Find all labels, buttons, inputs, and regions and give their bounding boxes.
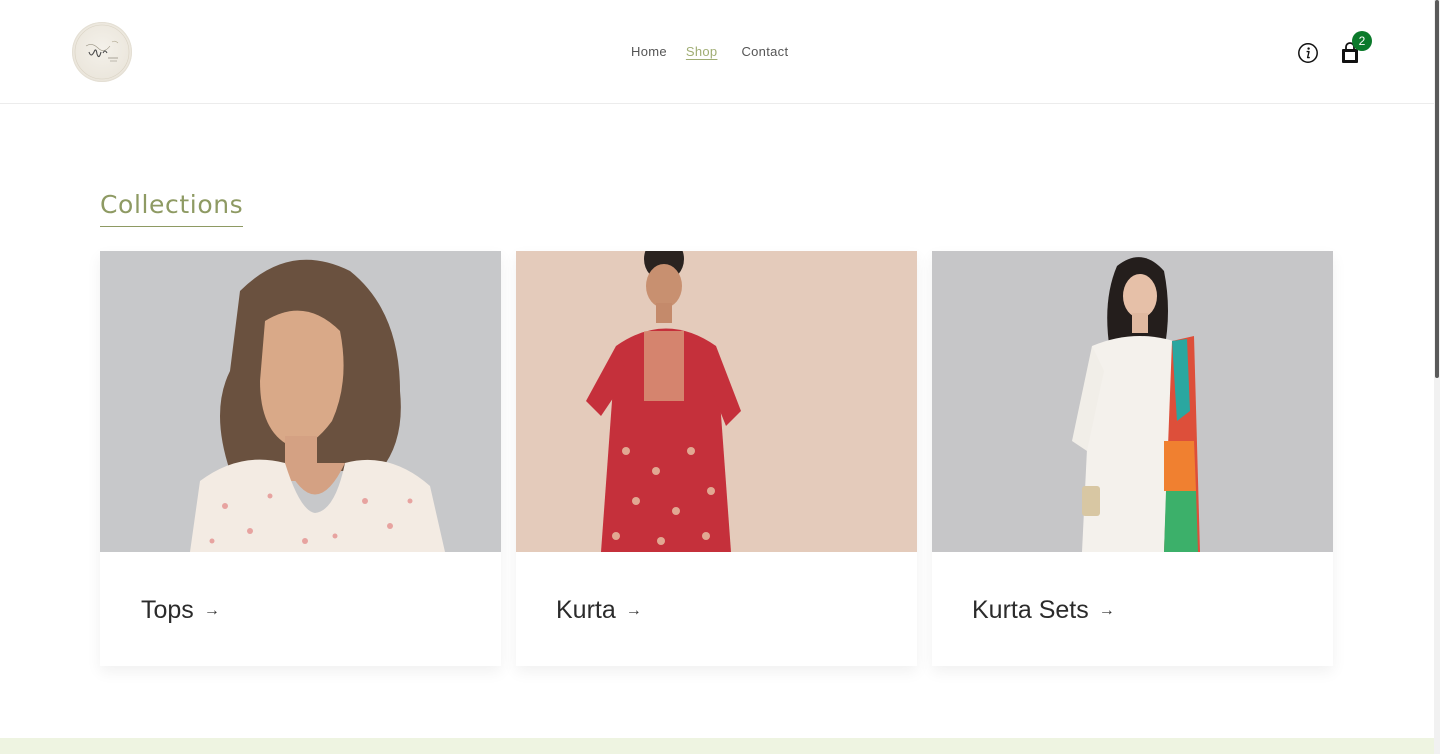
arrow-right-icon: → bbox=[1098, 601, 1115, 619]
collection-title: Tops bbox=[141, 596, 194, 624]
collection-label-kurta[interactable]: Kurta → bbox=[556, 596, 642, 625]
site-header: Home Shop Contact 2 bbox=[0, 0, 1434, 104]
info-icon bbox=[1298, 43, 1318, 63]
info-button[interactable] bbox=[1297, 42, 1319, 64]
nav-link-home[interactable]: Home bbox=[631, 44, 667, 60]
arrow-right-icon: → bbox=[203, 601, 220, 619]
collection-title: Kurta Sets bbox=[972, 596, 1089, 624]
collections-grid: Tops → Kurta → Kurta Sets → bbox=[100, 251, 1333, 666]
brand-logo[interactable] bbox=[72, 22, 132, 82]
nav-link-shop[interactable]: Shop bbox=[686, 44, 718, 60]
main-nav: Home Shop Contact bbox=[631, 44, 788, 60]
arrow-right-icon: → bbox=[625, 601, 642, 619]
collections-heading: Collections bbox=[100, 190, 244, 227]
collection-card-kurta[interactable]: Kurta → bbox=[516, 251, 917, 666]
collection-title: Kurta bbox=[556, 596, 616, 624]
logo-mark-icon bbox=[74, 24, 130, 80]
scrollbar-thumb[interactable] bbox=[1435, 0, 1439, 378]
collection-label-tops[interactable]: Tops → bbox=[141, 596, 220, 625]
collection-image-kurta-sets bbox=[932, 251, 1333, 552]
cart-count-badge: 2 bbox=[1352, 31, 1372, 51]
collection-image-kurta bbox=[516, 251, 917, 552]
collection-card-tops[interactable]: Tops → bbox=[100, 251, 501, 666]
collection-card-kurta-sets[interactable]: Kurta Sets → bbox=[932, 251, 1333, 666]
footer-strip bbox=[0, 738, 1434, 754]
collection-label-kurta-sets[interactable]: Kurta Sets → bbox=[972, 596, 1115, 625]
nav-link-contact[interactable]: Contact bbox=[741, 44, 788, 60]
collection-image-tops bbox=[100, 251, 501, 552]
